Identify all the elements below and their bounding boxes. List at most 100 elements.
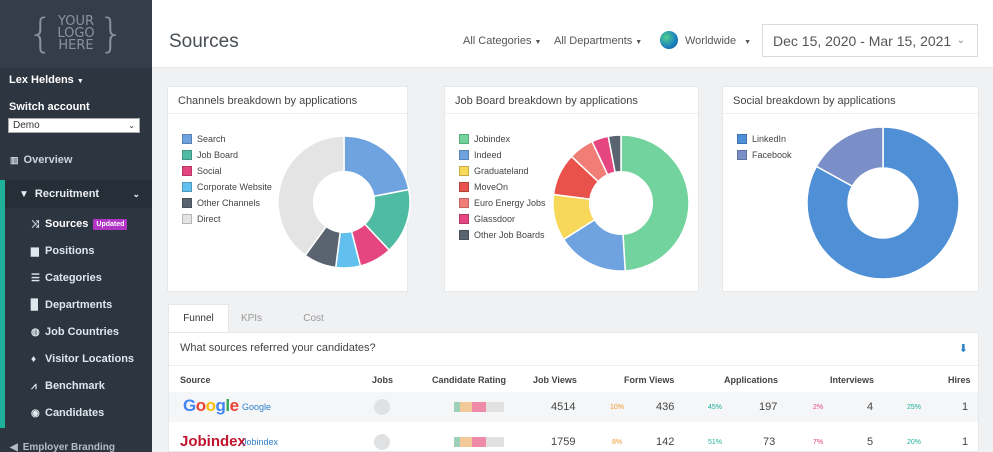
tab-cost[interactable]: Cost xyxy=(286,304,341,332)
legend-swatch xyxy=(182,150,192,160)
jobindex-logo: Jobindex xyxy=(180,433,246,450)
region-filter[interactable]: Worldwide ▼ xyxy=(685,35,751,47)
list-icon: ☰ xyxy=(31,272,40,284)
globe-icon: ◍ xyxy=(31,326,40,338)
legend-label: LinkedIn xyxy=(752,134,787,144)
social-donut-chart xyxy=(806,126,960,280)
nav-recruitment[interactable]: ▼ Recruitment ⌄ xyxy=(0,180,152,208)
column-header[interactable]: Applications xyxy=(724,375,778,385)
sidebar-item-sources[interactable]: ⤨ Sources Updated xyxy=(5,213,152,235)
table-row: Jobindex Jobindex 1759 8% 142 51% 73 7% … xyxy=(169,429,978,452)
job-views-value: 1759 xyxy=(551,436,576,448)
legend-item[interactable]: Direct xyxy=(182,211,272,227)
interviews-value: 4 xyxy=(867,401,874,413)
caret-down-icon: ▼ xyxy=(744,39,752,46)
legend-label: Indeed xyxy=(474,150,502,160)
applications-value: 73 xyxy=(763,436,776,448)
legend-item[interactable]: Job Board xyxy=(182,147,272,163)
column-header[interactable]: Form Views xyxy=(624,375,674,385)
tab-funnel[interactable]: Funnel xyxy=(168,304,229,332)
hire-pct: 25% xyxy=(907,404,922,411)
legend-item[interactable]: Jobindex xyxy=(459,131,546,147)
donut-slice[interactable] xyxy=(620,134,690,272)
legend-item[interactable]: Indeed xyxy=(459,147,546,163)
hire-pct: 20% xyxy=(907,439,922,446)
legend-swatch xyxy=(182,214,192,224)
legend-label: Search xyxy=(197,134,226,144)
nav-employer-branding[interactable]: ◀ Employer Branding xyxy=(0,440,152,452)
source-link[interactable]: Google xyxy=(242,402,271,412)
caret-down-icon: ▼ xyxy=(534,39,542,46)
user-menu[interactable]: Lex Heldens ▼ xyxy=(9,74,84,86)
legend-swatch xyxy=(459,150,469,160)
legend-swatch xyxy=(459,214,469,224)
jobs-indicator xyxy=(374,434,390,450)
account-select[interactable]: Demo ⌄ xyxy=(8,118,140,133)
column-header[interactable]: Interviews xyxy=(830,375,874,385)
departments-filter[interactable]: All Departments ▼ xyxy=(554,35,642,47)
page-header: Sources All Categories ▼ All Departments ▼… xyxy=(152,0,993,68)
legend-label: Social xyxy=(197,166,222,176)
table-header-row: Source Jobs Candidate Rating Job Views F… xyxy=(169,365,978,391)
job-board-donut-chart xyxy=(552,134,690,272)
legend-item[interactable]: Euro Energy Jobs xyxy=(459,195,546,211)
file-icon: ▆ xyxy=(31,245,39,257)
legend-label: Job Board xyxy=(197,150,239,160)
channels-donut-chart xyxy=(277,135,411,269)
sidebar-item-candidates[interactable]: ◉ Candidates xyxy=(5,402,152,424)
candidate-rating-bar xyxy=(454,402,504,412)
legend-label: Facebook xyxy=(752,150,792,160)
legend-label: Direct xyxy=(197,214,221,224)
legend-item[interactable]: Social xyxy=(182,163,272,179)
donut-slice[interactable] xyxy=(343,135,410,198)
legend-item[interactable]: Search xyxy=(182,131,272,147)
download-icon[interactable]: ⬇ xyxy=(959,342,968,355)
legend-label: Graduateland xyxy=(474,166,529,176)
date-range-picker[interactable]: Dec 15, 2020 - Mar 15, 2021 ⌄ xyxy=(762,24,978,57)
legend-item[interactable]: Graduateland xyxy=(459,163,546,179)
tab-kpis[interactable]: KPIs xyxy=(229,304,274,332)
megaphone-icon: ◀ xyxy=(10,441,18,452)
sources-table-panel: What sources referred your candidates? ⬇… xyxy=(168,332,979,452)
legend-item[interactable]: Corporate Website xyxy=(182,179,272,195)
legend-swatch xyxy=(737,134,747,144)
nav-overview[interactable]: ▥ Overview xyxy=(0,148,152,172)
legend-item[interactable]: Glassdoor xyxy=(459,211,546,227)
categories-filter[interactable]: All Categories ▼ xyxy=(463,35,541,47)
card-title: Channels breakdown by applications xyxy=(178,95,358,107)
updated-badge: Updated xyxy=(93,218,128,230)
form-pct: 10% xyxy=(610,404,625,411)
sidebar-item-categories[interactable]: ☰ Categories xyxy=(5,267,152,289)
caret-down-icon: ▼ xyxy=(635,39,643,46)
sidebar-item-visitor-locations[interactable]: ♦ Visitor Locations xyxy=(5,348,152,370)
map-marker-icon: ♦ xyxy=(31,353,37,365)
sidebar: { YOUR LOGO HERE } Lex Heldens ▼ Switch … xyxy=(0,0,152,452)
column-header[interactable]: Source xyxy=(180,375,211,385)
column-header[interactable]: Job Views xyxy=(533,375,577,385)
table-row: Google Google 4514 10% 436 45% 197 2% 4 … xyxy=(169,392,978,422)
user-circle-icon: ◉ xyxy=(31,407,40,419)
sidebar-item-positions[interactable]: ▆ Positions xyxy=(5,240,152,262)
social-legend: LinkedIn Facebook xyxy=(737,131,792,163)
interviews-value: 5 xyxy=(867,436,874,448)
column-header[interactable]: Jobs xyxy=(372,375,393,385)
sidebar-item-benchmark[interactable]: ⩘ Benchmark xyxy=(5,375,152,397)
legend-item[interactable]: MoveOn xyxy=(459,179,546,195)
legend-label: Other Channels xyxy=(197,198,261,208)
card-title: Social breakdown by applications xyxy=(733,95,896,107)
legend-swatch xyxy=(182,166,192,176)
chevron-down-icon: ⌄ xyxy=(128,121,135,130)
interview-pct: 7% xyxy=(813,439,824,446)
source-link[interactable]: Jobindex xyxy=(242,437,278,447)
column-header[interactable]: Hires xyxy=(948,375,971,385)
legend-item[interactable]: Facebook xyxy=(737,147,792,163)
column-header[interactable]: Candidate Rating xyxy=(432,375,506,385)
legend-label: Other Job Boards xyxy=(474,230,545,240)
legend-item[interactable]: LinkedIn xyxy=(737,131,792,147)
legend-item[interactable]: Other Job Boards xyxy=(459,227,546,243)
filter-icon: ▼ xyxy=(19,188,29,200)
sidebar-item-departments[interactable]: ▉ Departments xyxy=(5,294,152,316)
line-chart-icon: ⩘ xyxy=(31,380,37,392)
legend-item[interactable]: Other Channels xyxy=(182,195,272,211)
sidebar-item-job-countries[interactable]: ◍ Job Countries xyxy=(5,321,152,343)
